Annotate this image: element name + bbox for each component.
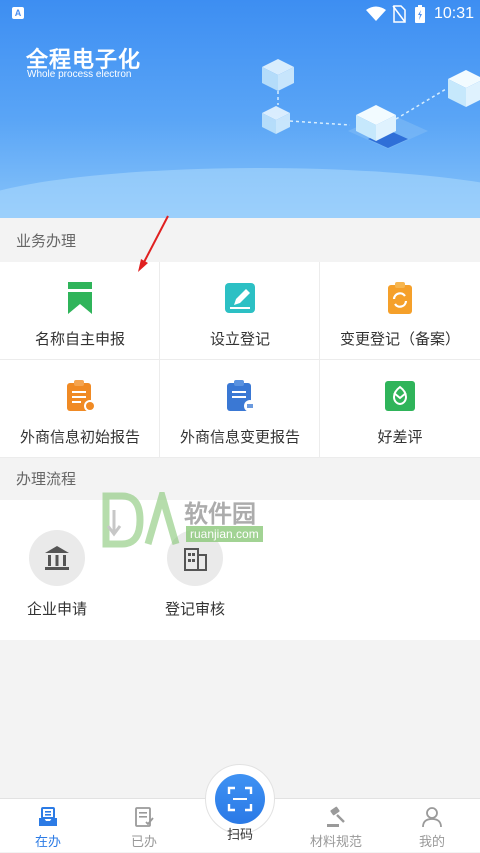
name-declaration-item[interactable]: 名称自主申报 (0, 262, 160, 360)
gavel-icon (327, 806, 345, 827)
checklist-icon (135, 807, 154, 827)
name-declaration-label: 名称自主申报 (34, 330, 125, 348)
scan-icon (227, 786, 253, 812)
status-bar: A 10:31 (0, 0, 480, 28)
business-grid: 名称自主申报 设立登记 变更登记（备案） 外商信息初始报告 外商信息变更报告 好… (0, 262, 480, 458)
tab-label: 材料规范 (309, 835, 362, 850)
app-notification-icon: A (12, 7, 24, 19)
scan-button[interactable] (215, 774, 265, 824)
watermark-logo (102, 492, 180, 548)
clipboard-report-icon (67, 380, 96, 412)
process-step-circle (29, 530, 85, 586)
clipboard-exchange-icon (227, 380, 256, 412)
battery-icon (415, 5, 425, 23)
watermark: 软件园 ruanjian.com (100, 492, 300, 552)
tab-material-standards[interactable]: 材料规范 (288, 799, 384, 853)
banner-wave (0, 168, 480, 218)
bank-icon (45, 546, 69, 570)
status-time: 10:31 (434, 5, 475, 22)
change-registration-label: 变更登记（备案） (339, 330, 460, 348)
business-section-title: 业务办理 (0, 220, 480, 262)
process-step-label: 登记审核 (164, 600, 225, 618)
foreign-change-report-item[interactable]: 外商信息变更报告 (160, 360, 320, 458)
tab-mine[interactable]: 我的 (384, 799, 480, 853)
rating-label: 好差评 (377, 428, 423, 446)
tab-in-progress[interactable]: 在办 (0, 799, 96, 853)
clipboard-refresh-icon (388, 282, 412, 314)
tab-done[interactable]: 已办 (96, 799, 192, 853)
change-registration-item[interactable]: 变更登记（备案） (320, 262, 480, 360)
process-step-label: 企业申请 (26, 600, 87, 618)
edit-notebook-icon (225, 283, 255, 313)
establishment-registration-label: 设立登记 (209, 330, 270, 348)
foreign-initial-report-label: 外商信息初始报告 (19, 428, 140, 446)
annotation-arrow (138, 215, 169, 272)
watermark-brand: 软件园 (184, 500, 256, 528)
watermark-domain: ruanjian.com (186, 526, 263, 542)
flower-badge-icon (385, 381, 415, 411)
wifi-icon (366, 6, 386, 21)
no-sim-icon (392, 5, 406, 23)
cubes-illustration (262, 59, 480, 149)
process-step-enterprise-apply: 企业申请 (2, 530, 112, 619)
user-icon (422, 807, 442, 828)
banner-subtitle: Whole process electron (27, 69, 132, 80)
rating-item[interactable]: 好差评 (320, 360, 480, 458)
foreign-change-report-label: 外商信息变更报告 (179, 428, 300, 446)
scan-label: 扫码 (226, 828, 253, 843)
banner: 全程电子化 Whole process electron (0, 0, 480, 218)
tab-label: 在办 (34, 835, 61, 850)
bookmark-icon (68, 282, 92, 314)
tab-label: 已办 (130, 835, 157, 850)
foreign-initial-report-item[interactable]: 外商信息初始报告 (0, 360, 160, 458)
establishment-registration-item[interactable]: 设立登记 (160, 262, 320, 360)
tab-label: 我的 (418, 835, 445, 850)
inbox-icon (39, 807, 57, 826)
